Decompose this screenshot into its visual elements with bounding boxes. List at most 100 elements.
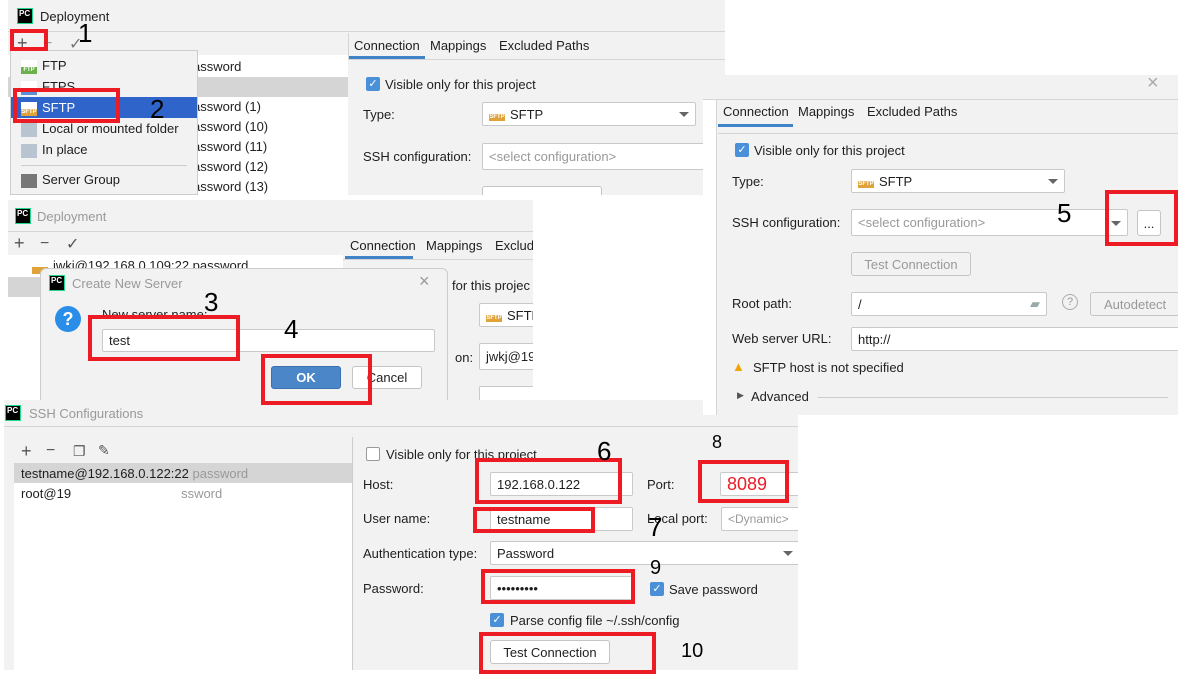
type-select[interactable]: SFTPSFTP [479,303,533,327]
highlight-box [479,632,656,674]
list-item[interactable]: assword (12) [193,159,268,174]
save-password-label: Save password [669,582,758,597]
ssh-config-label-fragment: on: [455,350,474,365]
tab-mappings[interactable]: Mappings [798,104,854,119]
ssh-config-select[interactable]: jwkj@19 [479,343,533,370]
step-number: 9 [650,557,662,579]
highlight-box [473,507,595,533]
menu-item-in-place[interactable]: In place [21,142,88,158]
tab-bar: Connection Mappings Excluded Paths [348,33,725,60]
visible-checkbox[interactable]: ✓ [735,143,749,157]
remove-button[interactable]: − [40,235,49,253]
web-server-url-label: Web server URL: [732,331,832,346]
highlight-box [1105,190,1178,246]
menu-item-server-group[interactable]: Server Group [21,172,120,188]
visible-label: Visible only for this project [754,143,905,158]
ssh-configurations-window: PC SSH Configurations + − ❐ ✎ testname@1… [4,400,798,670]
visible-checkbox[interactable] [366,447,380,461]
step-number: 7 [648,512,663,542]
apply-button[interactable]: ✓ [66,234,79,254]
type-label: Type: [732,174,764,189]
remove-button[interactable]: − [46,442,55,460]
ftp-icon: FTP [21,59,37,74]
sftp-icon: SFTP [858,174,874,188]
folder-network-icon [21,122,37,137]
help-icon[interactable]: ? [1062,294,1078,310]
title-bar: PC SSH Configurations [4,400,798,427]
close-icon[interactable]: × [1147,75,1159,95]
highlight-box [10,29,48,51]
step-number: 4 [284,314,299,344]
title-bar: PC Deployment [8,0,725,32]
tab-mappings[interactable]: Mappings [430,38,486,53]
step-number: 10 [681,640,704,662]
ssh-config-label: SSH configuration: [363,149,472,164]
menu-item-ftp[interactable]: FTP FTP [21,58,67,74]
tab-excluded-paths[interactable]: Excluded Paths [499,38,589,53]
tab-bar: Connection Mappings Exclud [343,233,533,260]
root-path-label: Root path: [732,296,792,311]
ssh-config-list: testname@192.168.0.122:22 password root@… [14,463,352,670]
list-item[interactable]: assword (10) [193,119,268,134]
list-item[interactable]: root@19 ssword [21,486,222,501]
step-number: 5 [1057,198,1072,228]
copy-icon[interactable]: ❐ [73,443,86,460]
add-button[interactable]: + [21,441,32,462]
auth-type-select[interactable]: Password [490,541,798,565]
root-path-input[interactable]: / ▰ [851,292,1047,316]
list-item[interactable]: assword (11) [193,139,267,154]
edit-icon[interactable]: ✎ [98,442,110,459]
step-number: 3 [204,287,219,317]
type-select[interactable]: SFTPSFTP [851,169,1065,193]
divider [352,437,353,670]
step-number: 8 [712,432,723,452]
question-icon: ? [55,306,81,332]
list-item[interactable]: assword (1) [193,99,261,114]
ssh-config-label: SSH configuration: [732,215,841,230]
tab-mappings[interactable]: Mappings [426,238,482,253]
test-connection-button[interactable]: Test Connection [851,252,971,276]
ssh-config-select[interactable]: <select configuration> [482,143,725,170]
highlight-box [13,88,120,123]
parse-config-label: Parse config file ~/.ssh/config [510,613,680,628]
warning-icon: ▲ [732,359,745,374]
tab-connection[interactable]: Connection [350,238,416,253]
tab-bar: Connection Mappings Excluded Paths [718,100,1178,134]
web-server-url-input[interactable]: http:// [851,327,1178,351]
step-number: 2 [150,94,165,124]
sftp-icon: SFTP [489,107,505,121]
ssh-config-select[interactable]: <select configuration> [851,209,1128,236]
tab-connection[interactable]: Connection [723,104,789,119]
visible-checkbox[interactable]: ✓ [366,77,380,91]
local-port-input[interactable]: <Dynamic> [721,507,798,531]
autodetect-button[interactable]: Autodetect [1090,292,1178,316]
auth-type-label: Authentication type: [363,546,478,561]
highlight-box [88,315,240,361]
test-connection-button[interactable] [482,186,602,195]
window-title: SSH Configurations [29,406,144,421]
visible-label: Visible only for this project [385,77,536,92]
list-item-selected[interactable]: testname@192.168.0.122:22 password [14,463,352,483]
add-button[interactable]: + [14,233,25,254]
field[interactable] [479,386,533,400]
sftp-icon: SFTP [486,308,502,322]
username-label: User name: [363,511,431,526]
parse-config-checkbox[interactable]: ✓ [490,613,504,627]
password-label: Password: [363,581,424,596]
folder-icon[interactable]: ▰ [1030,296,1040,312]
type-select[interactable]: SFTPSFTP [482,102,696,126]
window-title: Deployment [37,209,107,224]
highlight-box [481,569,635,604]
advanced-section-toggle[interactable]: Advanced [751,389,809,404]
tab-excluded-paths[interactable]: Excluded Paths [867,104,957,119]
save-password-checkbox[interactable]: ✓ [650,582,664,596]
tab-excluded[interactable]: Exclud [495,238,533,253]
expand-arrow-icon[interactable]: ▶ [737,390,744,401]
close-icon[interactable]: × [419,271,430,292]
tab-connection[interactable]: Connection [354,38,420,53]
server-group-icon [21,173,37,188]
list-item[interactable]: assword (13) [193,179,268,194]
warning-message: SFTP host is not specified [753,360,904,375]
list-item[interactable]: assword [193,59,241,74]
title-bar: PC Deployment [8,200,533,232]
